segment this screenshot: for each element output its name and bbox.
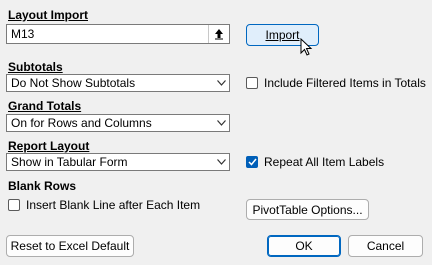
pivottable-options-button[interactable]: PivotTable Options...	[246, 199, 369, 220]
subtotals-label: Subtotals	[8, 60, 63, 74]
insert-blank-row[interactable]: Insert Blank Line after Each Item	[8, 198, 200, 212]
blank-rows-label: Blank Rows	[8, 179, 77, 193]
include-filtered-checkbox[interactable]	[246, 77, 258, 89]
repeat-labels-label: Repeat All Item Labels	[264, 155, 385, 169]
upload-icon[interactable]	[208, 25, 229, 43]
grand-totals-select[interactable]: On for Rows and Columns	[6, 114, 230, 132]
repeat-labels-row[interactable]: Repeat All Item Labels	[246, 155, 384, 169]
grand-totals-label: Grand Totals	[8, 99, 82, 113]
layout-import-input[interactable]: M13	[6, 24, 230, 44]
insert-blank-checkbox[interactable]	[8, 199, 20, 211]
layout-import-label: Layout Import	[8, 8, 88, 22]
insert-blank-label: Insert Blank Line after Each Item	[26, 198, 201, 212]
chevron-down-icon	[216, 118, 226, 128]
checkmark-icon	[247, 158, 257, 166]
ok-button[interactable]: OK	[267, 235, 341, 257]
repeat-labels-checkbox[interactable]	[246, 156, 258, 168]
report-layout-select[interactable]: Show in Tabular Form	[6, 153, 230, 171]
reset-default-button[interactable]: Reset to Excel Default	[6, 235, 134, 257]
chevron-down-icon	[216, 78, 226, 88]
layout-import-value: M13	[11, 27, 35, 41]
include-filtered-row[interactable]: Include Filtered Items in Totals	[246, 76, 426, 90]
cancel-button[interactable]: Cancel	[348, 235, 423, 257]
chevron-down-icon	[216, 157, 226, 167]
include-filtered-label: Include Filtered Items in Totals	[264, 76, 426, 90]
mouse-cursor-icon	[300, 38, 313, 56]
report-layout-label: Report Layout	[8, 139, 90, 153]
subtotals-select[interactable]: Do Not Show Subtotals	[6, 74, 230, 92]
